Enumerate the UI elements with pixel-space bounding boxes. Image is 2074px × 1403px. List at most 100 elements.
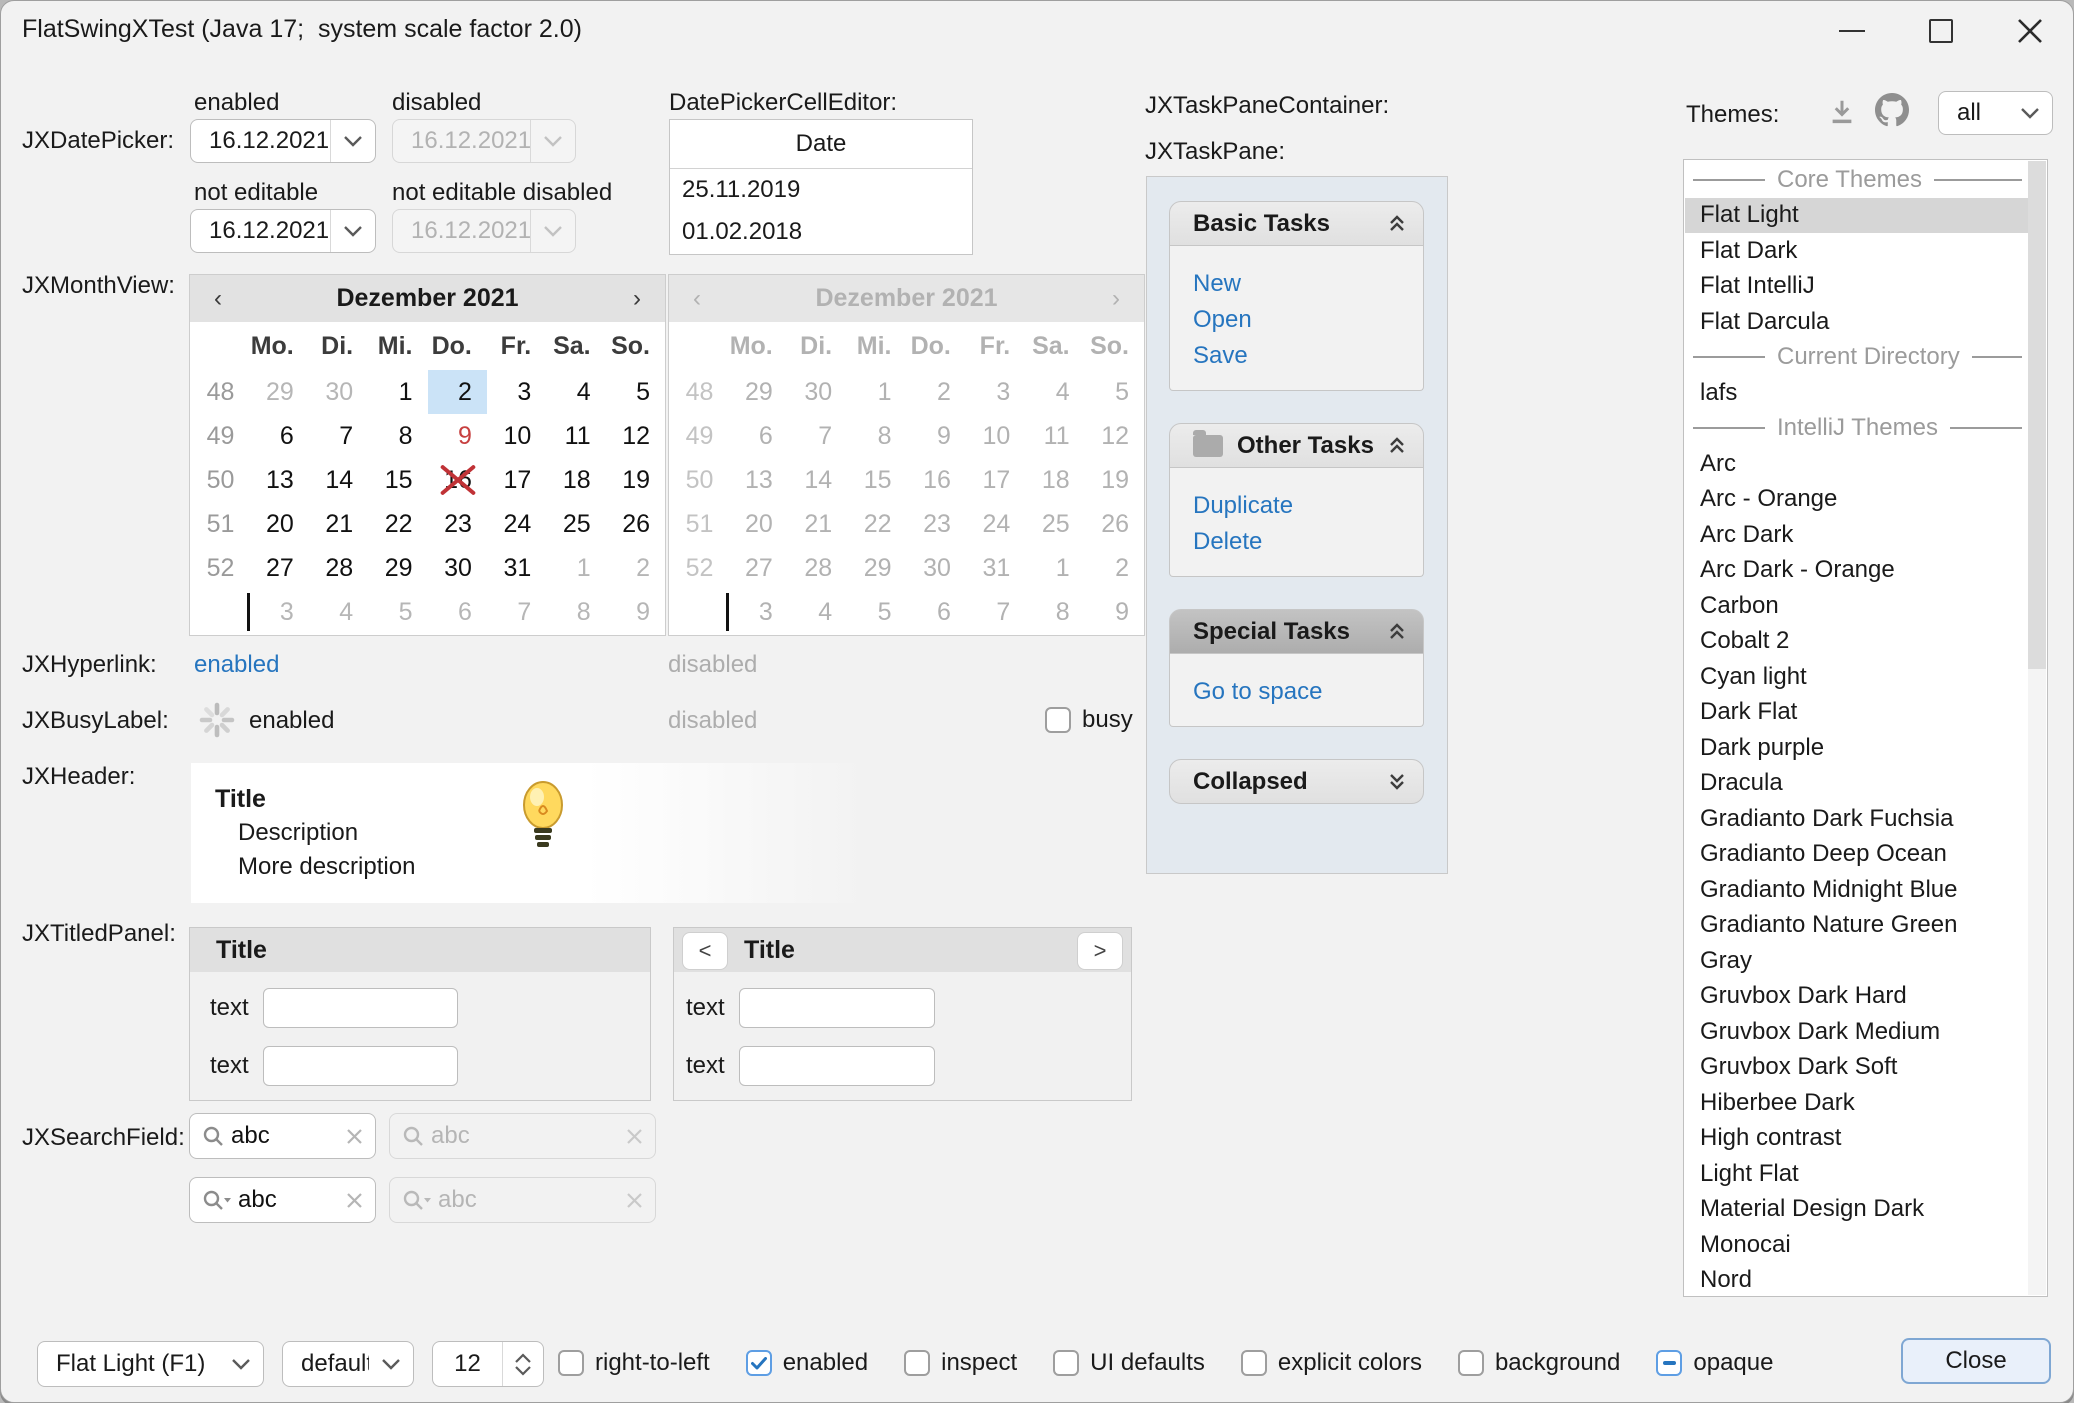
style-combo[interactable]: default: [282, 1341, 414, 1387]
calendar-day[interactable]: 20: [249, 502, 308, 546]
scrollbar-thumb[interactable]: [2028, 161, 2046, 669]
theme-list-item[interactable]: Cyan light: [1685, 659, 2028, 695]
minimize-button[interactable]: [1821, 7, 1883, 55]
spinner-buttons[interactable]: [502, 1342, 543, 1386]
laf-combo[interactable]: Flat Light (F1): [37, 1341, 264, 1387]
checkbox-item-inspect[interactable]: inspect: [904, 1349, 1017, 1377]
search-field-enabled[interactable]: [189, 1113, 376, 1159]
date-column-header[interactable]: Date: [670, 120, 972, 169]
search-input[interactable]: [225, 1122, 346, 1150]
calendar-day[interactable]: 4: [309, 590, 368, 634]
calendar-day[interactable]: 11: [546, 414, 605, 458]
calendar-day[interactable]: 17: [487, 458, 546, 502]
theme-list-item[interactable]: Gruvbox Dark Medium: [1685, 1014, 2028, 1050]
theme-list-item[interactable]: High contrast: [1685, 1121, 2028, 1157]
collapse-chevron-up-icon[interactable]: [1385, 212, 1409, 236]
calendar-day[interactable]: 29: [249, 370, 308, 414]
calendar-day[interactable]: 24: [487, 502, 546, 546]
calendar-day[interactable]: 29: [368, 546, 427, 590]
theme-list-item[interactable]: Dark Flat: [1685, 695, 2028, 731]
calendar-day[interactable]: 30: [309, 370, 368, 414]
theme-list-item[interactable]: Hiberbee Dark: [1685, 1085, 2028, 1121]
taskpane-action-link[interactable]: Go to space: [1193, 674, 1423, 710]
text-input[interactable]: [263, 1046, 458, 1086]
theme-list-item[interactable]: Dark purple: [1685, 730, 2028, 766]
next-month-icon[interactable]: ›: [609, 285, 665, 313]
calendar-day[interactable]: 12: [606, 414, 665, 458]
calendar-day[interactable]: 8: [368, 414, 427, 458]
taskpane-header[interactable]: Special Tasks: [1169, 609, 1424, 654]
calendar-day[interactable]: 6: [428, 590, 487, 634]
datepicker-enabled[interactable]: 16.12.2021: [190, 119, 376, 163]
theme-list-item[interactable]: Gruvbox Dark Hard: [1685, 979, 2028, 1015]
theme-list-item[interactable]: Arc: [1685, 446, 2028, 482]
collapse-chevron-up-icon[interactable]: [1385, 434, 1409, 458]
checkbox[interactable]: [1458, 1350, 1484, 1376]
theme-list-item[interactable]: Flat Dark: [1685, 233, 2028, 269]
theme-list-item[interactable]: Nord: [1685, 1263, 2028, 1299]
checkbox[interactable]: [904, 1350, 930, 1376]
theme-list-item[interactable]: Gradianto Deep Ocean: [1685, 837, 2028, 873]
font-size-spinner[interactable]: 12: [432, 1341, 544, 1387]
calendar-day[interactable]: 22: [368, 502, 427, 546]
calendar-day[interactable]: 27: [249, 546, 308, 590]
calendar-day[interactable]: 1: [368, 370, 427, 414]
spinner-down-icon[interactable]: [515, 1366, 531, 1376]
search-input[interactable]: [232, 1186, 346, 1214]
spinner-up-icon[interactable]: [515, 1353, 531, 1363]
calendar-day[interactable]: 19: [606, 458, 665, 502]
theme-list-item[interactable]: Flat Light: [1685, 198, 2028, 234]
taskpane-action-link[interactable]: New: [1193, 266, 1423, 302]
chevron-down-icon[interactable]: [330, 120, 375, 162]
checkbox-item-background[interactable]: background: [1458, 1349, 1620, 1377]
collapse-chevron-down-icon[interactable]: [1385, 770, 1409, 794]
github-icon[interactable]: [1875, 93, 1909, 127]
calendar-day[interactable]: 15: [368, 458, 427, 502]
theme-list-item[interactable]: Gradianto Dark Fuchsia: [1685, 801, 2028, 837]
calendar-day[interactable]: 16: [428, 458, 487, 502]
taskpane-header[interactable]: Basic Tasks: [1169, 201, 1424, 246]
checkbox[interactable]: [1656, 1350, 1682, 1376]
theme-list-item[interactable]: Monocai: [1685, 1227, 2028, 1263]
busy-checkbox-item[interactable]: busy: [1045, 706, 1133, 734]
themes-scrollbar[interactable]: [2028, 161, 2046, 1295]
taskpane-action-link[interactable]: Duplicate: [1193, 488, 1423, 524]
calendar-day[interactable]: 26: [606, 502, 665, 546]
calendar-day[interactable]: 13: [249, 458, 308, 502]
calendar-day[interactable]: 10: [487, 414, 546, 458]
calendar-day[interactable]: 3: [487, 370, 546, 414]
theme-list-item[interactable]: Material Design Dark: [1685, 1192, 2028, 1228]
calendar-day[interactable]: 9: [606, 590, 665, 634]
calendar-day[interactable]: 2: [606, 546, 665, 590]
theme-list-item[interactable]: Flat Darcula: [1685, 304, 2028, 340]
calendar-day[interactable]: 5: [606, 370, 665, 414]
checkbox-item-enabled[interactable]: enabled: [746, 1349, 868, 1377]
taskpane-action-link[interactable]: Delete: [1193, 524, 1423, 560]
prev-month-icon[interactable]: ‹: [190, 285, 246, 313]
theme-list-item[interactable]: Flat IntelliJ: [1685, 269, 2028, 305]
hyperlink-enabled[interactable]: enabled: [194, 651, 279, 679]
calendar-day[interactable]: 30: [428, 546, 487, 590]
calendar-day[interactable]: 4: [546, 370, 605, 414]
themes-filter-combo[interactable]: all: [1938, 91, 2053, 135]
calendar-day[interactable]: 3: [249, 590, 308, 634]
theme-list-item[interactable]: Gray: [1685, 943, 2028, 979]
text-input[interactable]: [739, 988, 935, 1028]
taskpane-action-link[interactable]: Save: [1193, 338, 1423, 374]
calendar-day[interactable]: 23: [428, 502, 487, 546]
theme-list-item[interactable]: Gruvbox Dark Soft: [1685, 1050, 2028, 1086]
calendar-day[interactable]: 5: [368, 590, 427, 634]
text-input[interactable]: [263, 988, 458, 1028]
theme-list-item[interactable]: Arc Dark - Orange: [1685, 553, 2028, 589]
theme-list-item[interactable]: Arc - Orange: [1685, 482, 2028, 518]
taskpane-action-link[interactable]: Open: [1193, 302, 1423, 338]
titled-panel-prev-button[interactable]: <: [682, 932, 728, 970]
theme-list-item[interactable]: Carbon: [1685, 588, 2028, 624]
checkbox[interactable]: [1053, 1350, 1079, 1376]
theme-list-item[interactable]: Gradianto Nature Green: [1685, 908, 2028, 944]
titled-panel-next-button[interactable]: >: [1077, 932, 1123, 970]
close-window-button[interactable]: [1999, 7, 2061, 55]
collapse-chevron-up-icon[interactable]: [1385, 620, 1409, 644]
theme-list-item[interactable]: Light Flat: [1685, 1156, 2028, 1192]
taskpane-header[interactable]: Collapsed: [1169, 759, 1424, 804]
